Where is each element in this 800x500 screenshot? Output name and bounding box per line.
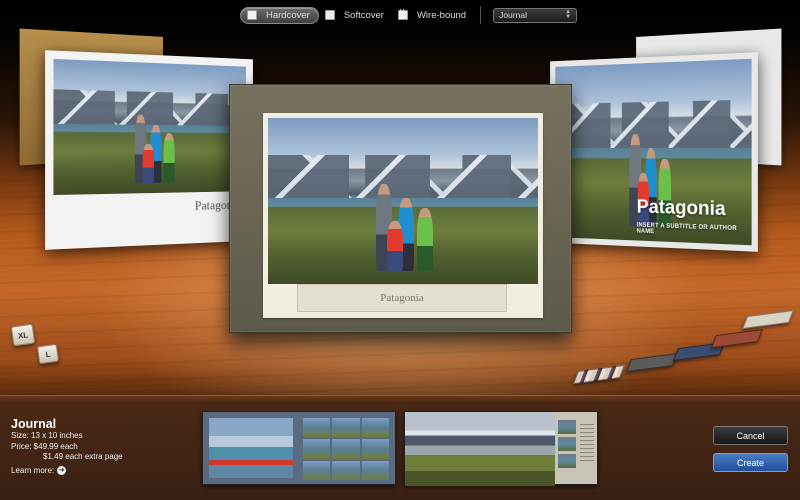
learn-more-link[interactable]: Learn more: ➜ [11, 465, 191, 475]
theme-select-value: Journal [499, 10, 527, 20]
page-preview-thumbnail[interactable] [202, 411, 396, 485]
cancel-button[interactable]: Cancel [713, 426, 788, 445]
option-label: Softcover [343, 9, 384, 21]
cover-mat: Patagonia [263, 113, 543, 318]
page-preview-thumbnail[interactable] [404, 411, 598, 486]
learn-more-label: Learn more: [11, 465, 55, 475]
book-theme-right[interactable]: Patagonia INSERT A SUBTITLE OR AUTHOR NA… [550, 52, 758, 252]
option-label: Hardcover [266, 9, 310, 21]
cover-title: Patagonia [297, 284, 507, 312]
option-label: Wire-bound [416, 9, 467, 21]
size-xl-button[interactable]: XL [10, 323, 36, 347]
cover-photo [53, 58, 246, 196]
cover-title: Patagonia [636, 196, 726, 221]
wire-bound-book-icon [397, 9, 408, 20]
theme-select[interactable]: Journal ▲ ▼ [493, 7, 578, 23]
create-button[interactable]: Create [713, 453, 788, 472]
price-line: Price: $49.99 each [11, 441, 78, 451]
preview-photo [209, 418, 293, 478]
preview-photo-grid [303, 418, 389, 480]
cover-photo [268, 118, 538, 284]
arrow-right-icon: ➜ [57, 465, 67, 475]
softcover-option[interactable]: Softcover [319, 7, 392, 24]
preview-photo [405, 412, 555, 486]
toolbar-divider [480, 6, 482, 24]
updown-chevron-icon: ▲ ▼ [565, 9, 572, 20]
book-reflection [229, 334, 572, 374]
preview-text-lines [580, 424, 594, 464]
extra-page-line: $1.49 each extra page [43, 452, 123, 461]
theme-info: Journal Size: 13 x 10 inches Price: $49.… [11, 417, 191, 475]
size-l-button[interactable]: L [36, 343, 60, 365]
preview-photo-strip [558, 420, 576, 468]
book-carousel-stage: Patagonia ·········· Patagonia INSERT A … [0, 0, 800, 395]
wire-bound-option[interactable]: Wire-bound [392, 7, 474, 24]
binding-toolbar: Hardcover Softcover Wire-bound Journal ▲… [240, 6, 578, 24]
hardcover-option[interactable]: Hardcover [240, 6, 319, 24]
theme-name: Journal [11, 417, 57, 431]
softcover-book-icon [324, 10, 335, 20]
size-line: Size: 13 x 10 inches [11, 431, 83, 440]
hardcover-book-icon [247, 10, 257, 20]
book-theme-selected[interactable]: Patagonia [229, 84, 572, 333]
book-theme-left[interactable]: Patagonia ·········· [45, 50, 253, 250]
